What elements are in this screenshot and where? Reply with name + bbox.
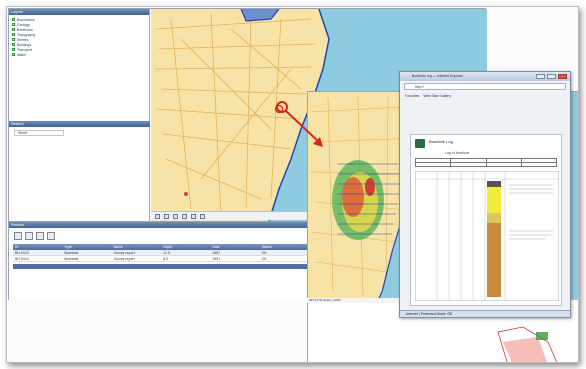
doc-info-grid: [414, 158, 558, 167]
layer-label: Geology: [17, 22, 31, 27]
layers-panel: Layers Boundaries Geology Boreholes Topo…: [9, 9, 150, 221]
layer-checkbox[interactable]: [12, 33, 15, 36]
doc-header: Borehole Log: [415, 139, 557, 148]
export-icon[interactable]: [14, 232, 22, 240]
log-layer-topsoil: [487, 181, 501, 187]
log-window-title: Borehole log — Internet Explorer: [400, 72, 570, 81]
table-cell: Borehole: [64, 251, 79, 255]
table-cell: Survey report: [113, 251, 135, 255]
location-marker: [184, 192, 188, 196]
table-cell: BH-0123: [15, 251, 29, 255]
layer-checkbox[interactable]: [12, 18, 15, 21]
layer-label: Buildings: [17, 42, 32, 47]
layer-checkbox[interactable]: [12, 28, 15, 31]
search-panel: Search Street: [9, 121, 150, 139]
layer-checkbox[interactable]: [12, 38, 15, 41]
table-cell: OK: [261, 257, 267, 261]
layer-checkbox[interactable]: [12, 23, 15, 26]
results-panel: Results ID Type Name Depth Date Status B…: [9, 221, 313, 301]
layer-label: Streets: [17, 37, 29, 42]
borehole-column-chart: [414, 170, 560, 302]
doc-title: Borehole Log: [429, 139, 453, 144]
layer-label: Boreholes: [17, 27, 33, 32]
table-cell: OK: [261, 251, 267, 255]
lower-highlight-box: [536, 332, 548, 340]
measure-icon[interactable]: [191, 213, 196, 219]
search-panel-title: Search: [9, 121, 150, 127]
table-cell: Survey report: [113, 257, 135, 261]
layer-checkbox[interactable]: [12, 43, 15, 46]
log-layer-clay: [487, 223, 501, 297]
web-slice-link[interactable]: Web Slice Gallery: [423, 94, 451, 98]
table-cell: 8.0: [162, 257, 168, 261]
log-window-title-text: Borehole log — Internet Explorer: [412, 74, 463, 78]
layer-label: Boundaries: [17, 17, 35, 22]
zoom-out-icon[interactable]: [164, 213, 169, 219]
map-toolbar: [151, 211, 329, 220]
layer-list: Boundaries Geology Boreholes Topography …: [9, 15, 149, 59]
pan-icon[interactable]: [173, 213, 178, 219]
minimize-button[interactable]: [536, 74, 545, 79]
layer-item[interactable]: Water: [12, 52, 146, 57]
detail-map-status: 39°N 9°W Scale 1:2000: [307, 298, 399, 303]
layer-label: Topography: [17, 32, 36, 37]
table-cell: Borehole: [64, 257, 79, 261]
identify-icon[interactable]: [182, 213, 187, 219]
log-layer-sand: [487, 187, 501, 213]
favorites-link[interactable]: Favorites: [405, 94, 419, 98]
doc-subtitle: Log of borehole: [445, 151, 470, 155]
search-field[interactable]: Street: [14, 130, 64, 136]
table-cell: 12.5: [162, 251, 170, 255]
refresh-icon[interactable]: [36, 232, 44, 240]
favorites-bar: Favorites Web Slice Gallery: [400, 92, 570, 100]
zoom-to-icon[interactable]: [47, 232, 55, 240]
browser-status-bar: Internet | Protected Mode: Off: [400, 310, 570, 317]
address-bar[interactable]: http://: [404, 83, 566, 90]
close-button[interactable]: [558, 74, 567, 79]
table-row[interactable]: BH-0124 Borehole Survey report 8.0 1991 …: [13, 256, 309, 262]
window-controls: [536, 74, 567, 79]
log-layer-silt: [487, 213, 501, 223]
layer-checkbox[interactable]: [12, 48, 15, 51]
borehole-log-window: Borehole log — Internet Explorer http://…: [399, 71, 571, 318]
geology-overlay: [332, 160, 384, 240]
organization-logo-icon: [415, 139, 425, 148]
screenshot-frame: Layers Boundaries Geology Boreholes Topo…: [6, 6, 579, 363]
print-icon[interactable]: [200, 213, 205, 219]
results-toolbar: [9, 228, 313, 244]
zoom-in-icon[interactable]: [155, 213, 160, 219]
layer-checkbox[interactable]: [12, 53, 15, 56]
borehole-log-document: Borehole Log Log of borehole: [410, 134, 562, 306]
layer-label: Transport: [17, 47, 32, 52]
table-cell: BH-0124: [15, 257, 29, 261]
maximize-button[interactable]: [547, 74, 556, 79]
table-cell: 1991: [212, 257, 221, 261]
results-table-footer: [13, 264, 309, 269]
layer-label: Water: [17, 52, 27, 57]
filter-icon[interactable]: [25, 232, 33, 240]
table-cell: 1987: [212, 251, 221, 255]
